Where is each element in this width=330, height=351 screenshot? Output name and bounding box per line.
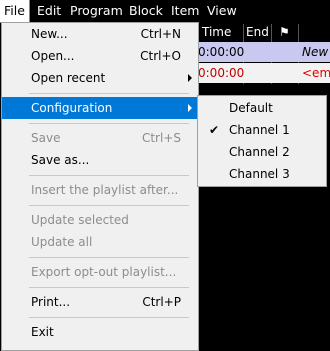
table-row[interactable]: 0:00:00 <emp: [196, 63, 330, 83]
menu-bar: File Edit Program Block Item View: [0, 0, 330, 23]
menu-item[interactable]: Item: [171, 0, 199, 22]
flag-icon[interactable]: ⚑: [279, 24, 290, 41]
submenu-arrow-icon: [188, 104, 192, 112]
menu-item-print[interactable]: Print... Ctrl+P: [2, 291, 198, 313]
menu-item-configuration[interactable]: Configuration: [2, 97, 198, 119]
menu-separator: [29, 175, 189, 176]
time-cell: 0:00:00: [198, 66, 245, 80]
menu-separator: [29, 257, 189, 258]
submenu-item-label: Channel 2: [229, 145, 290, 159]
time-cell: 0:00:00: [198, 45, 245, 59]
menu-item-open-recent[interactable]: Open recent: [2, 67, 198, 89]
name-cell: New: [302, 45, 329, 59]
grid-header: Time End ⚑: [196, 24, 330, 41]
menu-separator: [29, 287, 189, 288]
menu-item-exit[interactable]: Exit: [2, 321, 198, 343]
menu-separator: [29, 205, 189, 206]
menu-item-label: Save as...: [31, 153, 90, 167]
submenu-item-channel-2[interactable]: Channel 2: [198, 141, 326, 163]
column-header-end[interactable]: End: [246, 24, 269, 41]
menu-view[interactable]: View: [207, 0, 237, 22]
submenu-item-default[interactable]: Default: [198, 97, 326, 119]
menu-item-open[interactable]: Open... Ctrl+O: [2, 45, 198, 67]
menu-item-update-all[interactable]: Update all: [2, 231, 198, 253]
menu-edit[interactable]: Edit: [37, 0, 61, 22]
menu-block[interactable]: Block: [129, 0, 163, 22]
menu-item-label: Print...: [31, 295, 71, 309]
menu-program[interactable]: Program: [70, 0, 123, 22]
menu-separator: [29, 93, 189, 94]
submenu-item-channel-1[interactable]: ✔ Channel 1: [198, 119, 326, 141]
menu-separator: [29, 317, 189, 318]
menu-item-save-as[interactable]: Save as...: [2, 149, 198, 171]
submenu-arrow-icon: [188, 74, 192, 82]
submenu-item-label: Channel 1: [229, 123, 290, 137]
menu-item-label: Open recent: [31, 71, 106, 85]
menu-item-label: Exit: [31, 325, 54, 339]
menu-item-save[interactable]: Save Ctrl+S: [2, 127, 198, 149]
menu-item-label: Export opt-out playlist...: [31, 265, 177, 279]
configuration-submenu: Default ✔ Channel 1 Channel 2 Channel 3: [197, 95, 327, 187]
column-header-time[interactable]: Time: [202, 24, 231, 41]
submenu-item-label: Channel 3: [229, 167, 290, 181]
menu-item-update-selected[interactable]: Update selected: [2, 209, 198, 231]
shortcut-label: Ctrl+P: [142, 295, 181, 309]
menu-item-label: Update all: [31, 235, 93, 249]
submenu-item-channel-3[interactable]: Channel 3: [198, 163, 326, 185]
menu-item-label: Configuration: [31, 101, 113, 115]
submenu-item-label: Default: [229, 101, 273, 115]
menu-item-export-optout[interactable]: Export opt-out playlist...: [2, 261, 198, 283]
menu-item-label: Insert the playlist after...: [31, 183, 179, 197]
menu-item-label: Save: [31, 131, 61, 145]
menu-item-new[interactable]: New... Ctrl+N: [2, 23, 198, 45]
shortcut-label: Ctrl+S: [141, 131, 181, 145]
file-menu: New... Ctrl+N Open... Ctrl+O Open recent…: [1, 22, 199, 351]
shortcut-label: Ctrl+N: [140, 27, 181, 41]
name-cell: <emp: [302, 66, 330, 80]
menu-item-insert-playlist[interactable]: Insert the playlist after...: [2, 179, 198, 201]
menu-separator: [29, 123, 189, 124]
checkmark-icon: ✔: [209, 123, 220, 137]
shortcut-label: Ctrl+O: [140, 49, 181, 63]
menu-file[interactable]: File: [0, 0, 30, 23]
menu-item-label: Open...: [31, 49, 75, 63]
table-row[interactable]: 0:00:00 New: [196, 42, 330, 62]
menu-item-label: New...: [31, 27, 68, 41]
menu-item-label: Update selected: [31, 213, 129, 227]
